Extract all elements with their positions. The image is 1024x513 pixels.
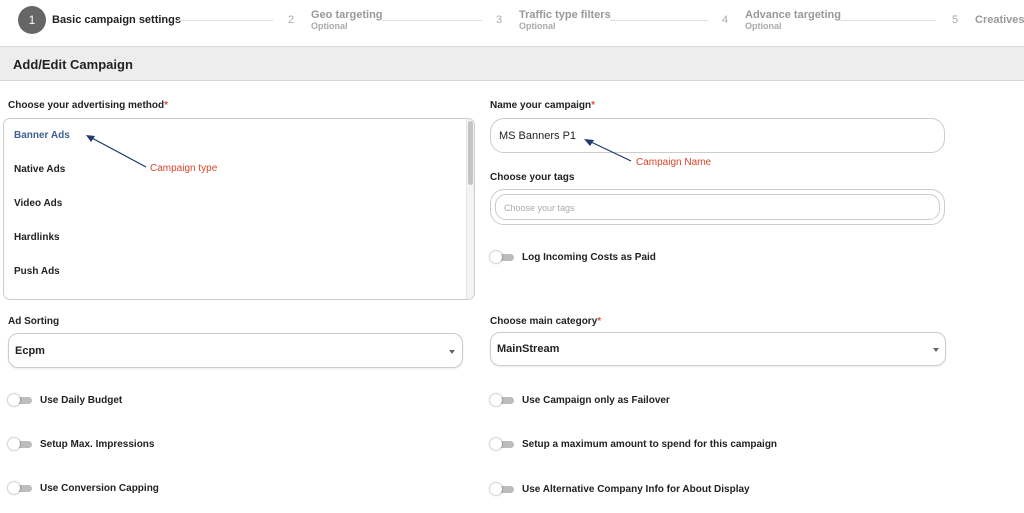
step-connector bbox=[610, 20, 708, 21]
tags-field[interactable]: Choose your tags bbox=[490, 189, 945, 225]
failover-toggle[interactable]: Use Campaign only as Failover bbox=[490, 394, 670, 406]
step-number: 4 bbox=[721, 14, 729, 26]
chevron-down-icon bbox=[449, 350, 455, 354]
main-category-select[interactable]: MainStream bbox=[490, 332, 946, 366]
campaign-name-label: Name your campaign* bbox=[490, 100, 595, 111]
method-list-scrollbar[interactable] bbox=[466, 119, 474, 299]
step-number: 3 bbox=[495, 14, 503, 26]
step-label: Geo targeting bbox=[311, 9, 383, 21]
step-number: 2 bbox=[287, 14, 295, 26]
max-spend-toggle[interactable]: Setup a maximum amount to spend for this… bbox=[490, 438, 777, 450]
step-basic-settings[interactable]: 1 Basic campaign settings bbox=[18, 0, 181, 40]
toggle-switch[interactable] bbox=[490, 394, 514, 406]
section-header: Add/Edit Campaign bbox=[0, 46, 1024, 81]
alt-company-toggle[interactable]: Use Alternative Company Info for About D… bbox=[490, 483, 750, 495]
toggle-switch[interactable] bbox=[8, 482, 32, 494]
required-marker: * bbox=[591, 100, 596, 111]
step-sub-label: Optional bbox=[519, 21, 556, 31]
tags-input[interactable]: Choose your tags bbox=[495, 194, 940, 220]
campaign-name-value: MS Banners P1 bbox=[499, 130, 577, 142]
required-marker: * bbox=[597, 316, 602, 327]
conversion-capping-label: Use Conversion Capping bbox=[40, 482, 159, 494]
chevron-down-icon bbox=[933, 348, 939, 352]
max-impressions-toggle[interactable]: Setup Max. Impressions bbox=[8, 438, 154, 450]
step-sub-label: Optional bbox=[311, 21, 348, 31]
toggle-switch[interactable] bbox=[8, 438, 32, 450]
daily-budget-toggle[interactable]: Use Daily Budget bbox=[8, 394, 122, 406]
campaign-type-annotation: Campaign type bbox=[150, 163, 218, 174]
toggle-switch[interactable] bbox=[490, 438, 514, 450]
ad-sorting-label: Ad Sorting bbox=[8, 316, 60, 327]
alt-company-label: Use Alternative Company Info for About D… bbox=[522, 483, 750, 495]
advertising-method-list[interactable]: Banner Ads Native Ads Video Ads Hardlink… bbox=[3, 118, 475, 300]
required-marker: * bbox=[164, 100, 169, 111]
method-option-banner-ads[interactable]: Banner Ads bbox=[14, 130, 70, 141]
step-geo-targeting[interactable]: 2 Geo targeting Optional bbox=[277, 0, 383, 40]
method-option-hardlinks[interactable]: Hardlinks bbox=[14, 232, 60, 243]
method-label: Choose your advertising method* bbox=[8, 100, 168, 111]
method-option-push-ads[interactable]: Push Ads bbox=[14, 266, 60, 277]
category-label: Choose main category* bbox=[490, 316, 601, 327]
toggle-switch[interactable] bbox=[490, 251, 514, 263]
campaign-name-input[interactable]: MS Banners P1 bbox=[490, 118, 945, 153]
step-number-circle: 1 bbox=[18, 6, 46, 34]
method-option-native-ads[interactable]: Native Ads bbox=[14, 164, 65, 175]
campaign-name-annotation: Campaign Name bbox=[636, 157, 712, 168]
max-spend-label: Setup a maximum amount to spend for this… bbox=[522, 438, 778, 450]
max-impressions-label: Setup Max. Impressions bbox=[40, 438, 155, 450]
tags-placeholder: Choose your tags bbox=[504, 203, 575, 213]
toggle-switch[interactable] bbox=[8, 394, 32, 406]
step-label: Advance targeting bbox=[745, 9, 841, 21]
step-number: 5 bbox=[951, 14, 959, 26]
tags-label: Choose your tags bbox=[490, 172, 575, 183]
method-label-text: Choose your advertising method bbox=[8, 100, 165, 111]
log-costs-label: Log Incoming Costs as Paid bbox=[522, 251, 656, 263]
step-label: Traffic type filters bbox=[519, 9, 611, 21]
wizard-stepper: 1 Basic campaign settings 2 Geo targetin… bbox=[0, 0, 1024, 46]
campaign-name-label-text: Name your campaign bbox=[490, 100, 592, 111]
step-connector bbox=[382, 20, 482, 21]
page-title: Add/Edit Campaign bbox=[13, 57, 133, 72]
conversion-capping-toggle[interactable]: Use Conversion Capping bbox=[8, 482, 159, 494]
method-option-video-ads[interactable]: Video Ads bbox=[14, 198, 62, 209]
ad-sorting-value: Ecpm bbox=[15, 345, 45, 357]
category-value: MainStream bbox=[497, 343, 560, 355]
step-creatives[interactable]: 5 Creatives bbox=[941, 0, 1024, 40]
step-connector bbox=[838, 20, 936, 21]
step-sub-label: Optional bbox=[745, 21, 782, 31]
log-costs-toggle[interactable]: Log Incoming Costs as Paid bbox=[490, 251, 656, 263]
failover-label: Use Campaign only as Failover bbox=[522, 394, 670, 406]
step-label: Creatives bbox=[975, 14, 1024, 26]
toggle-switch[interactable] bbox=[490, 483, 514, 495]
ad-sorting-select[interactable]: Ecpm bbox=[8, 333, 463, 368]
category-label-text: Choose main category bbox=[490, 316, 598, 327]
step-advance-targeting[interactable]: 4 Advance targeting Optional bbox=[711, 0, 841, 40]
step-connector bbox=[178, 20, 273, 21]
daily-budget-label: Use Daily Budget bbox=[40, 394, 123, 406]
step-label: Basic campaign settings bbox=[52, 14, 181, 26]
scrollbar-thumb[interactable] bbox=[468, 121, 473, 185]
step-traffic-filters[interactable]: 3 Traffic type filters Optional bbox=[485, 0, 611, 40]
